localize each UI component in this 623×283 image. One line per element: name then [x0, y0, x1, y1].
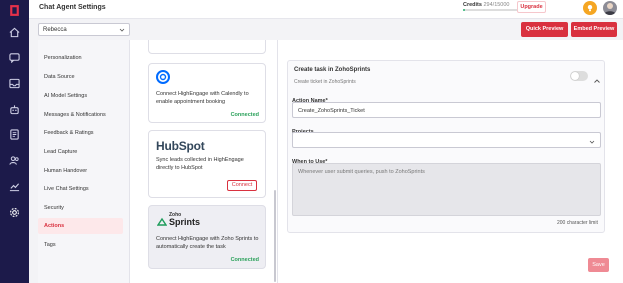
- integration-description: Sync leads collected in HighEngage direc…: [156, 157, 244, 171]
- integration-status: Connected: [230, 257, 259, 263]
- menu-item-security[interactable]: Security: [38, 200, 123, 216]
- panel-subtitle: Create ticket in ZohoSprints: [294, 79, 356, 85]
- upgrade-button[interactable]: Upgrade: [517, 1, 546, 13]
- menu-item-live-chat-settings[interactable]: Live Chat Settings: [38, 181, 123, 197]
- menu-item-messages-notifications[interactable]: Messages & Notifications: [38, 107, 123, 123]
- menu-item-human-handover[interactable]: Human Handover: [38, 163, 123, 179]
- hubspot-logo: HubSpot: [156, 139, 205, 153]
- left-nav-rail: [0, 0, 29, 283]
- integration-status: Connected: [230, 112, 259, 118]
- menu-item-ai-model-settings[interactable]: AI Model Settings: [38, 88, 123, 104]
- save-button[interactable]: Save: [588, 258, 609, 272]
- quick-preview-button[interactable]: Quick Preview: [521, 22, 568, 37]
- integrations-scrollbar[interactable]: [274, 190, 276, 282]
- users-icon[interactable]: [9, 155, 20, 166]
- panel-title: Create task in ZohoSprints: [294, 67, 371, 73]
- page-title: Chat Agent Settings: [39, 4, 106, 11]
- enable-toggle[interactable]: [570, 71, 588, 81]
- chevron-down-icon: [119, 27, 125, 33]
- credits-progress-fill: [463, 9, 465, 11]
- menu-item-tags[interactable]: Tags: [38, 237, 123, 253]
- menu-item-lead-capture[interactable]: Lead Capture: [38, 144, 123, 160]
- credits-label: Credits: [463, 2, 482, 8]
- agent-select[interactable]: Rebecca: [38, 23, 130, 36]
- chat-icon[interactable]: [9, 52, 20, 63]
- sprints-logo-text: Sprints: [169, 217, 201, 227]
- chevron-up-icon[interactable]: [593, 72, 601, 83]
- integration-card-top[interactable]: [148, 40, 266, 54]
- connect-button[interactable]: Connect: [227, 180, 257, 191]
- integration-description: Connect HighEngage with Zoho Sprints to …: [156, 236, 259, 250]
- calendly-logo-icon: [156, 70, 170, 84]
- chevron-down-icon: [589, 139, 595, 145]
- action-name-input[interactable]: Create_ZohoSprints_Ticket: [292, 102, 601, 118]
- bot-icon[interactable]: [9, 104, 20, 115]
- integration-description: Connect HighEngage with Calendly to enab…: [156, 91, 249, 105]
- top-header: Chat Agent Settings Credits 294/15000 2%…: [29, 0, 623, 19]
- menu-item-actions[interactable]: Actions: [38, 218, 123, 234]
- integrations-list: Connect HighEngage with Calendly to enab…: [130, 40, 278, 283]
- analytics-icon[interactable]: [9, 181, 20, 192]
- integration-card-zoho-sprints[interactable]: Zoho Sprints Connect HighEngage with Zoh…: [148, 205, 266, 269]
- bulb-icon[interactable]: [583, 1, 597, 15]
- when-to-use-textarea[interactable]: Whenever user submit queries, push to Zo…: [292, 163, 601, 216]
- action-config-area: Create task in ZohoSprints Create ticket…: [278, 40, 623, 283]
- projects-select[interactable]: [292, 132, 601, 148]
- char-limit-text: 200 character limit: [557, 220, 598, 226]
- agent-select-value: Rebecca: [43, 27, 67, 33]
- zoho-sprints-logo: Zoho Sprints: [157, 212, 207, 230]
- settings-menu: Personalization Data Source AI Model Set…: [38, 40, 130, 283]
- menu-item-personalization[interactable]: Personalization: [38, 50, 123, 66]
- menu-item-data-source[interactable]: Data Source: [38, 69, 123, 85]
- integration-card-calendly[interactable]: Connect HighEngage with Calendly to enab…: [148, 63, 266, 123]
- embed-preview-button[interactable]: Embed Preview: [571, 22, 617, 37]
- settings-icon[interactable]: [9, 207, 20, 218]
- home-icon[interactable]: [9, 27, 20, 38]
- document-icon[interactable]: [9, 129, 20, 140]
- integration-card-hubspot[interactable]: HubSpot Sync leads collected in HighEnga…: [148, 130, 266, 198]
- credits-value: 294/15000: [483, 2, 510, 8]
- inbox-icon[interactable]: [9, 78, 20, 89]
- avatar[interactable]: [603, 1, 617, 15]
- app-logo-icon[interactable]: [8, 4, 21, 17]
- menu-item-feedback-ratings[interactable]: Feedback & Ratings: [38, 125, 123, 141]
